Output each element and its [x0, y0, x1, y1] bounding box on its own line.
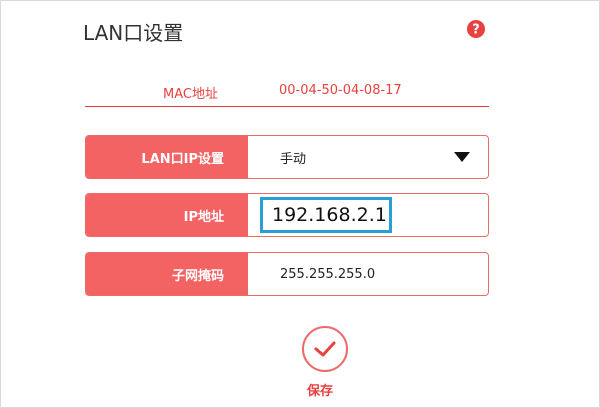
subnet-mask-value: 255.255.255.0: [280, 266, 376, 282]
lan-ip-setting-row: LAN口IP设置 手动: [85, 135, 489, 179]
ip-address-label: IP地址: [86, 194, 248, 236]
subnet-mask-field[interactable]: 255.255.255.0: [248, 253, 488, 295]
subnet-mask-label: 子网掩码: [86, 253, 248, 295]
caret-down-icon[interactable]: [454, 152, 470, 162]
mac-divider: [85, 106, 489, 107]
svg-text:?: ?: [472, 23, 480, 38]
ip-address-row: IP地址: [85, 193, 489, 237]
mac-value: 00-04-50-04-08-17: [279, 83, 402, 98]
ip-address-input[interactable]: [260, 197, 392, 233]
save-label[interactable]: 保存: [307, 380, 333, 399]
save-button[interactable]: [302, 326, 348, 372]
subnet-mask-row: 子网掩码 255.255.255.0: [85, 252, 489, 296]
lan-ip-setting-select[interactable]: 手动: [248, 136, 488, 178]
lan-ip-setting-value: 手动: [280, 151, 307, 167]
lan-ip-setting-label: LAN口IP设置: [86, 136, 248, 178]
page-title: LAN口设置: [83, 21, 184, 45]
checkmark-circle-icon: [314, 341, 336, 357]
ip-address-field: [248, 194, 488, 236]
settings-panel: LAN口设置 ? MAC地址 00-04-50-04-08-17 LAN口IP设…: [0, 0, 600, 408]
help-icon[interactable]: ?: [466, 19, 486, 39]
mac-label: MAC地址: [163, 87, 218, 102]
